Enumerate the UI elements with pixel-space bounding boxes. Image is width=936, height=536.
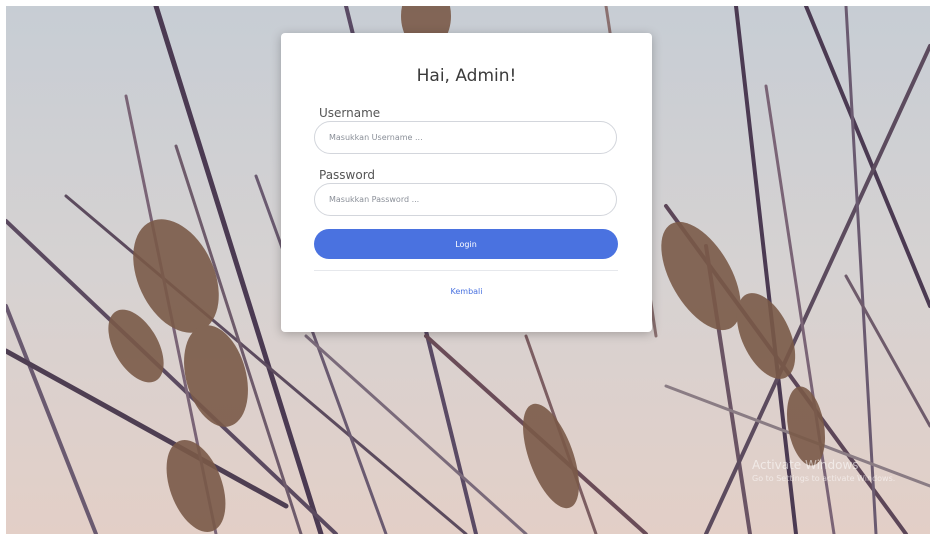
watermark-title: Activate Windows [752, 458, 859, 472]
username-label: Username [319, 106, 381, 120]
login-button[interactable]: Login [314, 229, 618, 259]
password-label: Password [319, 168, 376, 182]
divider [314, 270, 618, 271]
login-card: Hai, Admin! Username Password Login Kemb… [281, 33, 652, 332]
password-input[interactable] [314, 183, 617, 216]
watermark-subtitle: Go to Settings to activate Windows. [752, 474, 896, 483]
windows-activation-watermark: Activate Windows Go to Settings to activ… [752, 458, 895, 483]
username-input[interactable] [314, 121, 617, 154]
login-title: Hai, Admin! [416, 66, 517, 86]
back-link[interactable]: Kembali [281, 287, 652, 296]
